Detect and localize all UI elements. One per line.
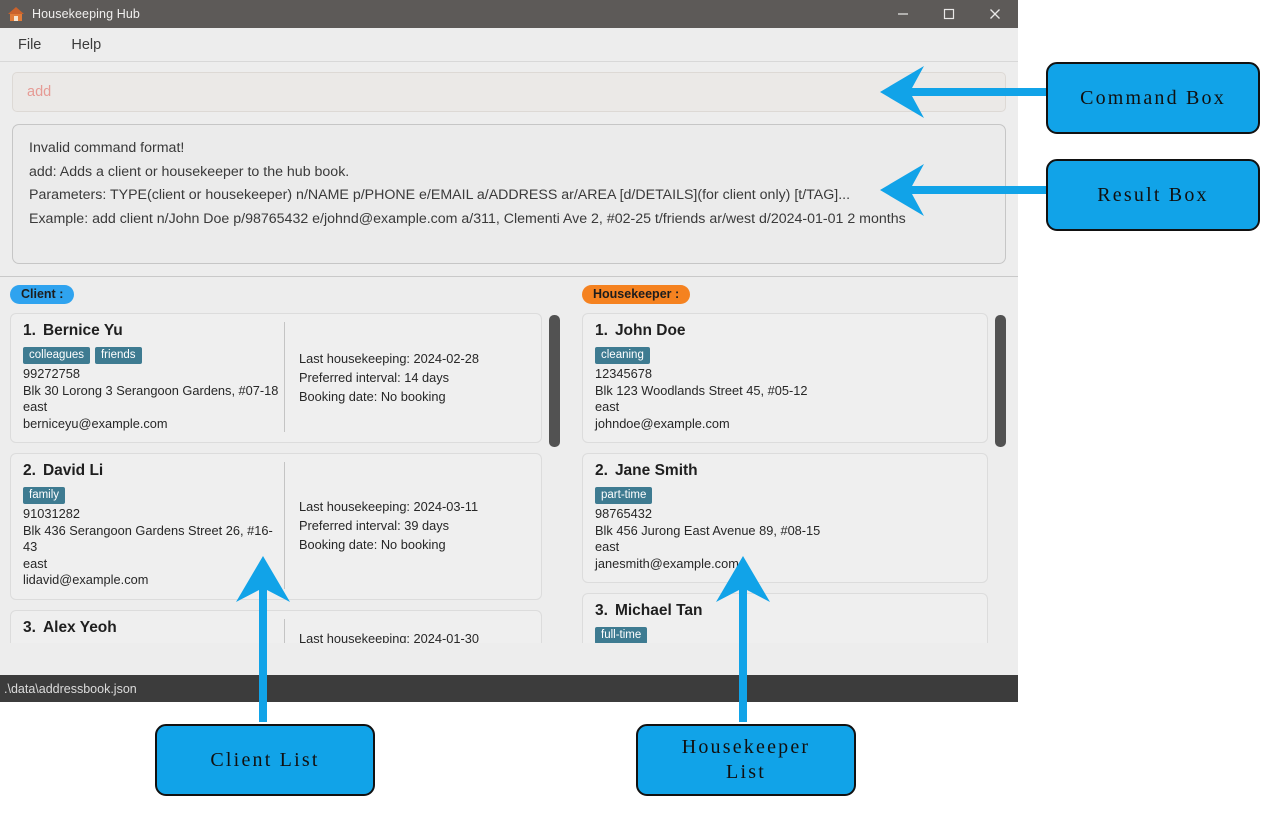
status-bar: .\data\addressbook.json [0,675,1018,702]
client-panel-header: Client : [10,285,75,304]
client-card-name: 1. Bernice Yu [23,322,284,340]
client-card-name: 2. David Li [23,462,284,480]
housekeeper-panel-header: Housekeeper : [582,285,691,304]
client-booking-date: Booking date: No booking [299,536,446,552]
client-card-index: 2. [23,462,36,479]
arrow-to-result-box [880,164,1048,216]
menu-item-file[interactable]: File [14,34,45,56]
client-name-text: Bernice Yu [42,322,123,339]
arrow-to-client-list [236,556,290,722]
arrow-to-housekeeper-list [716,556,770,722]
housekeeper-card-index: 3. [595,602,608,619]
housekeeper-card-main: 2. Jane Smith part-time 98765432 Blk 456 … [595,462,975,572]
housekeeper-email: janesmith@example.com [595,555,739,571]
housekeeper-name-text: Jane Smith [614,462,698,479]
command-zone: add Invalid command format! add: Adds a … [0,62,1018,277]
client-card-index: 3. [23,618,36,636]
tag-badge: colleagues [23,347,90,364]
client-scrollbar-thumb[interactable] [549,315,560,447]
housekeeper-name-text: John Doe [614,322,686,339]
housekeeper-list-scroll-area[interactable]: 1. John Doe cleaning 12345678 Blk 123 Woo… [582,313,1008,643]
housekeeper-area: east [595,539,620,554]
housekeeper-list-scrollbar[interactable] [995,315,1006,641]
client-last-housekeeping: Last housekeeping: 2024-01-30 [299,630,480,644]
result-line: add: Adds a client or housekeeper to the… [29,163,350,180]
house-icon [8,6,24,22]
housekeeper-scrollbar-thumb[interactable] [995,315,1006,447]
housekeeper-email: johndoe@example.com [595,415,730,431]
client-email: berniceyu@example.com [23,415,168,431]
housekeeper-card-name: 3. Michael Tan [595,602,975,620]
client-card-details: Last housekeeping: 2024-01-30 Preferred … [284,618,529,644]
housekeeper-card-main: 3.Michael Tan full-time 87654321 Blk 789… [595,602,975,643]
client-name-text: Alex Yeoh [42,618,117,636]
result-display-box: Invalid command format! add: Adds a clie… [12,124,1006,264]
title-bar: Housekeeping Hub [0,0,1018,28]
client-phone: 91031282 [23,506,80,521]
client-preferred-interval: Preferred interval: 14 days [299,369,450,385]
client-card[interactable]: 1. Bernice Yu colleagues friends 99272758 … [10,313,542,443]
tag-badge: full-time [595,627,648,643]
result-line: Parameters: TYPE(client or housekeeper) … [29,187,851,203]
housekeeper-phone: 12345678 [595,366,652,381]
housekeeper-card-name: 2. Jane Smith [595,462,975,480]
housekeeper-card-name: 1. John Doe [595,322,975,340]
housekeeper-card[interactable]: 2. Jane Smith part-time 98765432 Blk 456 … [582,453,988,583]
application-window: Housekeeping Hub File Help add Invalid c… [0,0,1018,702]
result-line: Invalid command format! [29,140,185,156]
housekeeper-card-index: 1. [595,322,608,339]
client-card-tags: colleagues friends [23,345,284,364]
client-last-housekeeping: Last housekeeping: 2024-03-11 [299,498,479,514]
housekeeper-card-tags: full-time [595,625,975,643]
client-preferred-interval: Preferred interval: 39 days [299,517,450,533]
housekeeper-card-index: 2. [595,462,608,479]
menu-item-help[interactable]: Help [67,34,105,56]
client-phone: 99272758 [23,366,80,381]
lists-region: Client : 1. Bernice Yu colleagues friends … [0,277,1018,652]
client-last-housekeeping: Last housekeeping: 2024-02-28 [299,350,480,366]
housekeeper-card[interactable]: 1. John Doe cleaning 12345678 Blk 123 Woo… [582,313,988,443]
arrow-to-command-box [880,66,1048,118]
client-address: Blk 436 Serangoon Gardens Street 26, #16… [23,522,273,555]
close-icon[interactable] [972,0,1018,28]
client-card-tags: family [23,485,284,504]
housekeeper-area: east [595,399,620,414]
client-area: east [23,399,48,414]
menu-bar: File Help [0,28,1018,62]
callout-housekeeper-list: Housekeeper List [636,724,856,796]
housekeeper-card[interactable]: 3.Michael Tan full-time 87654321 Blk 789… [582,593,988,643]
client-name-text: David Li [42,462,104,479]
housekeeper-card-main: 1. John Doe cleaning 12345678 Blk 123 Woo… [595,322,975,432]
housekeeper-card-tags: part-time [595,485,975,504]
client-booking-date: Booking date: No booking [299,388,446,404]
client-card-index: 1. [23,322,36,339]
maximize-icon[interactable] [926,0,972,28]
tag-badge: family [23,487,66,504]
tag-badge: part-time [595,487,653,504]
housekeeper-list-panel: Housekeeper : 1. John Doe cleaning 123456… [572,277,1018,652]
housekeeper-name-text: Michael Tan [614,602,703,619]
housekeeper-card-tags: cleaning [595,345,975,364]
command-input-value: add [27,84,52,100]
callout-command-box: Command Box [1046,62,1260,134]
client-address: Blk 30 Lorong 3 Serangoon Gardens, #07-1… [23,382,279,398]
result-line: Example: add client n/John Doe p/9876543… [29,210,906,227]
housekeeper-phone: 98765432 [595,506,652,521]
client-card-main: 1. Bernice Yu colleagues friends 99272758 … [23,322,284,432]
tag-badge: cleaning [595,347,650,364]
callout-result-box: Result Box [1046,159,1260,231]
housekeeper-address: Blk 123 Woodlands Street 45, #05-12 [595,382,808,398]
window-title: Housekeeping Hub [32,7,140,21]
callout-client-list: Client List [155,724,375,796]
client-card-details: Last housekeeping: 2024-02-28 Preferred … [284,322,529,432]
command-input[interactable]: add [12,72,1006,112]
client-card-details: Last housekeeping: 2024-03-11 Preferred … [284,462,529,589]
minimize-icon[interactable] [880,0,926,28]
window-controls [880,0,1018,28]
status-bar-path: .\data\addressbook.json [4,681,137,696]
client-list-scrollbar[interactable] [549,315,560,641]
housekeeper-address: Blk 456 Jurong East Avenue 89, #08-15 [595,522,821,538]
tag-badge: friends [94,347,142,364]
